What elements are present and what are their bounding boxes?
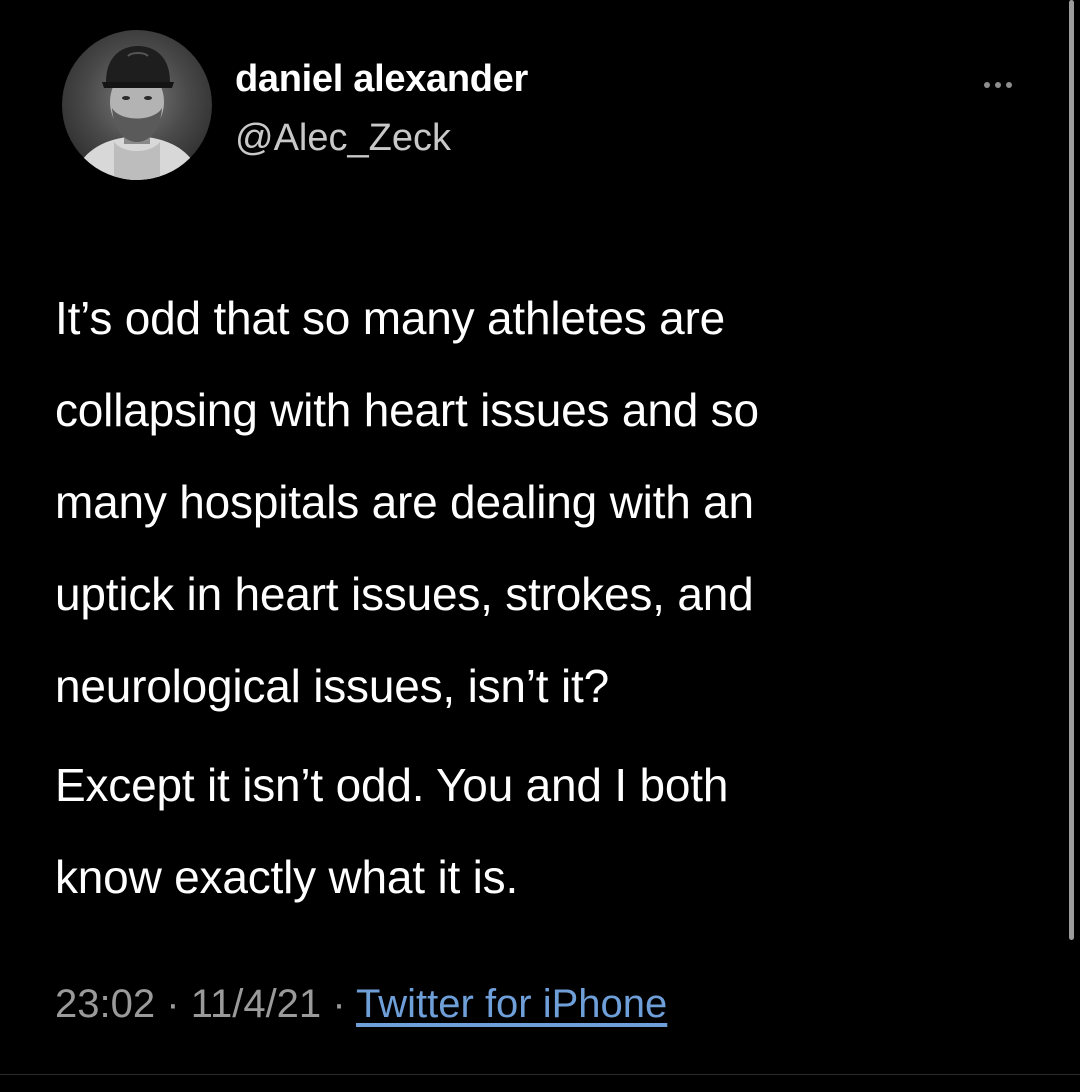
tweet-text-line: collapsing with heart issues and so [55, 384, 759, 436]
meta-separator: · [166, 982, 180, 1026]
tweet-date[interactable]: 11/4/21 [191, 982, 322, 1026]
author-handle[interactable]: @Alec_Zeck [235, 117, 451, 160]
author-avatar[interactable] [62, 30, 212, 180]
tweet-card: daniel alexander @Alec_Zeck It’s odd tha… [0, 0, 1080, 1092]
tweet-text-line: neurological issues, isn’t it? [55, 660, 609, 712]
tweet-text-line: Except it isn’t odd. You and I both [55, 759, 729, 811]
tweet-text-line: uptick in heart issues, strokes, and [55, 568, 754, 620]
tweet-text-line: know exactly what it is. [55, 851, 519, 903]
tweet-metadata: 23:02 · 11/4/21 · Twitter for iPhone [55, 982, 667, 1027]
tweet-text-line: many hospitals are dealing with an [55, 476, 754, 528]
more-dot [995, 82, 1001, 88]
more-options-icon[interactable] [970, 66, 1026, 102]
divider [0, 1074, 1080, 1075]
tweet-text: It’s odd that so many athletes are colla… [55, 272, 1045, 923]
author-display-name[interactable]: daniel alexander [235, 58, 528, 101]
meta-separator: · [332, 982, 346, 1026]
scrollbar[interactable] [1069, 0, 1074, 940]
more-dot [1006, 82, 1012, 88]
more-dot [984, 82, 990, 88]
tweet-time[interactable]: 23:02 [55, 982, 155, 1026]
tweet-text-line: It’s odd that so many athletes are [55, 292, 725, 344]
avatar-photo-icon [72, 46, 202, 180]
tweet-source-link[interactable]: Twitter for iPhone [356, 982, 667, 1026]
